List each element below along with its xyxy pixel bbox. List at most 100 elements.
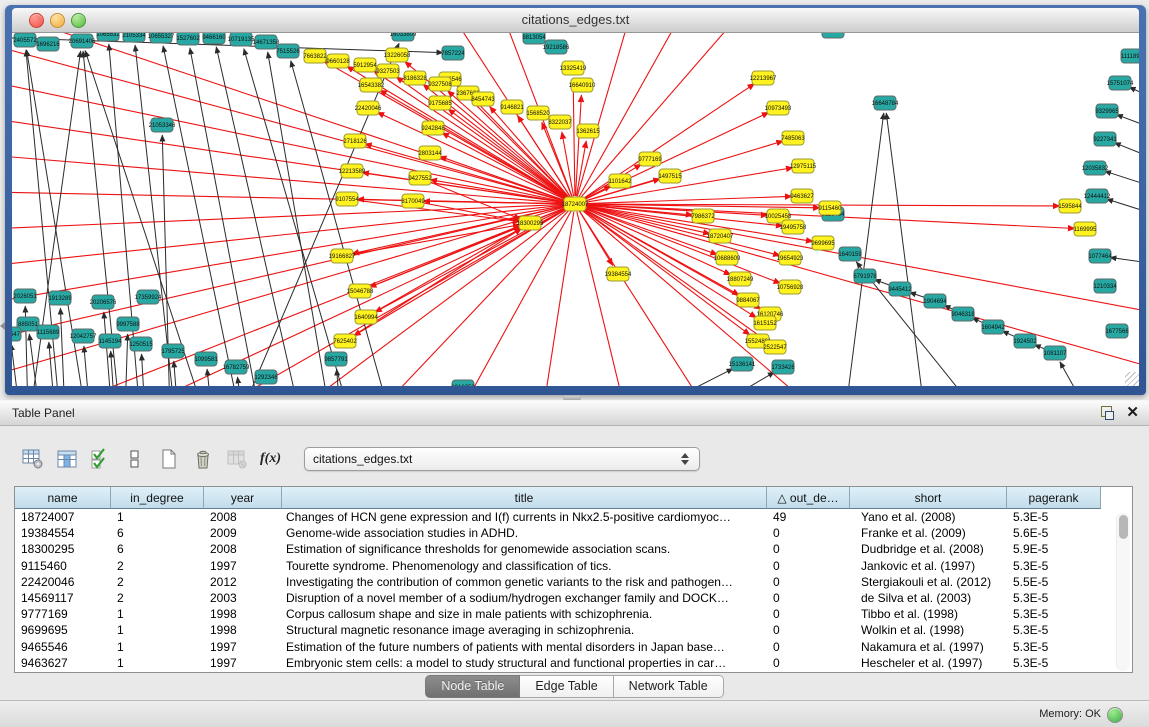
network-node[interactable]: 1077464 [1088, 249, 1112, 263]
network-node[interactable]: 8813054 [522, 33, 546, 44]
network-node[interactable]: 1913289 [48, 291, 72, 305]
network-node[interactable]: 1065532 [96, 33, 120, 41]
network-node[interactable]: 13226058 [384, 48, 411, 62]
network-node[interactable]: 20206576 [90, 295, 117, 309]
network-node[interactable]: 12035832 [1082, 161, 1109, 175]
clear-selection-icon[interactable] [122, 447, 147, 472]
network-node[interactable]: 16543382 [358, 78, 385, 92]
network-node[interactable]: 19166827 [329, 249, 356, 263]
table-row[interactable]: 1456911722003Disruption of a novel membe… [15, 590, 1132, 606]
network-edge[interactable] [125, 334, 128, 386]
network-node[interactable]: 9115460 [819, 201, 843, 215]
table-select-dropdown[interactable]: citations_edges.txt [304, 447, 700, 471]
network-node[interactable]: 7663822 [303, 49, 327, 63]
tab-network-table[interactable]: Network Table [614, 675, 724, 698]
network-node[interactable]: 18807249 [727, 272, 754, 286]
network-node[interactable]: 1640994 [354, 310, 378, 324]
network-node[interactable]: 1604942 [981, 320, 1005, 334]
network-node[interactable]: 12042757 [70, 329, 97, 343]
close-panel-icon[interactable]: ✕ [1126, 402, 1139, 424]
network-node[interactable]: 9327508 [428, 77, 452, 91]
network-node[interactable]: 16640910 [569, 78, 596, 92]
network-node[interactable]: 9997588 [116, 317, 140, 331]
network-node[interactable]: 9699695 [811, 236, 835, 250]
column-header[interactable]: △ out_de… [767, 487, 850, 509]
column-header[interactable]: title [282, 487, 767, 509]
network-edge[interactable] [640, 369, 733, 386]
network-node[interactable]: 9466160 [202, 33, 226, 44]
network-node[interactable]: 9884067 [736, 293, 760, 307]
network-edge[interactable] [700, 372, 774, 386]
network-node[interactable]: 1904694 [923, 294, 947, 308]
table-row[interactable]: 977716911998Corpus callosum shape and si… [15, 606, 1132, 622]
network-node[interactable]: 15046788 [347, 284, 374, 298]
network-node[interactable]: 9777169 [638, 152, 662, 166]
network-node[interactable]: 8170049 [401, 194, 425, 208]
table-row[interactable]: 969969511998Structural magnetic resonanc… [15, 622, 1132, 638]
network-node[interactable]: 13325419 [560, 61, 587, 75]
table-row[interactable]: 946554611997Estimation of the future num… [15, 639, 1132, 655]
network-node[interactable]: 1362615 [576, 124, 600, 138]
table-row[interactable]: 946362711997Embryonic stem cells: a mode… [15, 655, 1132, 671]
network-node[interactable]: 1497515 [658, 169, 682, 183]
network-node[interactable]: 12444412 [1084, 189, 1111, 203]
network-edge[interactable] [163, 46, 240, 386]
network-edge[interactable] [583, 141, 784, 202]
network-node[interactable]: 2026051 [13, 289, 37, 303]
network-node[interactable]: 10688609 [714, 251, 741, 265]
network-node[interactable]: 1145194 [99, 334, 123, 348]
new-column-icon[interactable] [156, 447, 181, 472]
network-edge[interactable] [1116, 115, 1139, 131]
network-edge[interactable] [1060, 362, 1090, 386]
network-node[interactable]: 1924502 [1013, 334, 1037, 348]
table-row[interactable]: 911546021997Tourette syndrome. Phenomeno… [15, 558, 1132, 574]
network-node[interactable]: 9175685 [428, 96, 452, 110]
network-node[interactable]: 1696216 [36, 37, 60, 51]
network-edge[interactable] [579, 33, 700, 197]
tab-node-table[interactable]: Node Table [425, 675, 520, 698]
window-resize-grip[interactable] [1125, 372, 1139, 386]
network-node[interactable]: 17359924 [135, 290, 162, 304]
network-node[interactable]: 15751074 [1107, 76, 1134, 90]
network-node[interactable]: 2718126 [343, 134, 367, 148]
network-node[interactable]: 1615152 [753, 316, 777, 330]
network-canvas[interactable]: 2405572169621620691406106553221053341065… [12, 33, 1139, 386]
network-node[interactable]: 1595844 [1058, 199, 1082, 213]
network-node[interactable]: 2105334 [122, 33, 146, 42]
delete-table-icon[interactable] [224, 447, 249, 472]
network-node[interactable]: 7515526 [276, 44, 300, 58]
network-node[interactable]: 1250515 [129, 337, 153, 351]
network-node[interactable]: 16648784 [872, 96, 899, 110]
network-edge[interactable] [12, 191, 567, 204]
network-edge[interactable] [1110, 257, 1139, 263]
column-header[interactable]: pagerank [1007, 487, 1101, 509]
column-header[interactable]: short [850, 487, 1007, 509]
network-edge[interactable] [190, 48, 260, 386]
network-edge[interactable] [886, 113, 925, 386]
network-node[interactable]: 15136141 [729, 357, 756, 371]
network-edge[interactable] [60, 308, 65, 386]
network-node[interactable]: 1795725 [161, 344, 185, 358]
network-node[interactable]: 16033809 [390, 33, 417, 41]
network-node[interactable]: 1292346 [254, 370, 278, 384]
network-edge[interactable] [583, 205, 1139, 321]
network-edge[interactable] [1105, 171, 1139, 189]
network-node[interactable]: 1677566 [1105, 324, 1129, 338]
network-node[interactable]: 9660128 [326, 54, 350, 68]
float-panel-icon[interactable] [1099, 405, 1115, 421]
network-node[interactable]: 22420046 [355, 101, 382, 115]
network-node[interactable]: 21053346 [149, 118, 176, 132]
table-mode-icon[interactable] [20, 447, 45, 472]
network-node[interactable]: 19384554 [605, 267, 632, 281]
network-edge[interactable] [12, 344, 20, 386]
network-node[interactable]: 16782759 [223, 360, 250, 374]
network-node[interactable]: 12213967 [750, 71, 777, 85]
network-node[interactable]: 1101642 [609, 174, 633, 188]
network-node[interactable]: 6791978 [853, 269, 877, 283]
network-edge[interactable] [1114, 143, 1139, 161]
network-node[interactable]: 9327503 [376, 64, 400, 78]
network-node[interactable]: 1081107 [1044, 346, 1068, 360]
network-node[interactable]: 2405572 [13, 33, 37, 47]
network-edge[interactable] [29, 334, 40, 386]
network-edge[interactable] [142, 354, 145, 386]
